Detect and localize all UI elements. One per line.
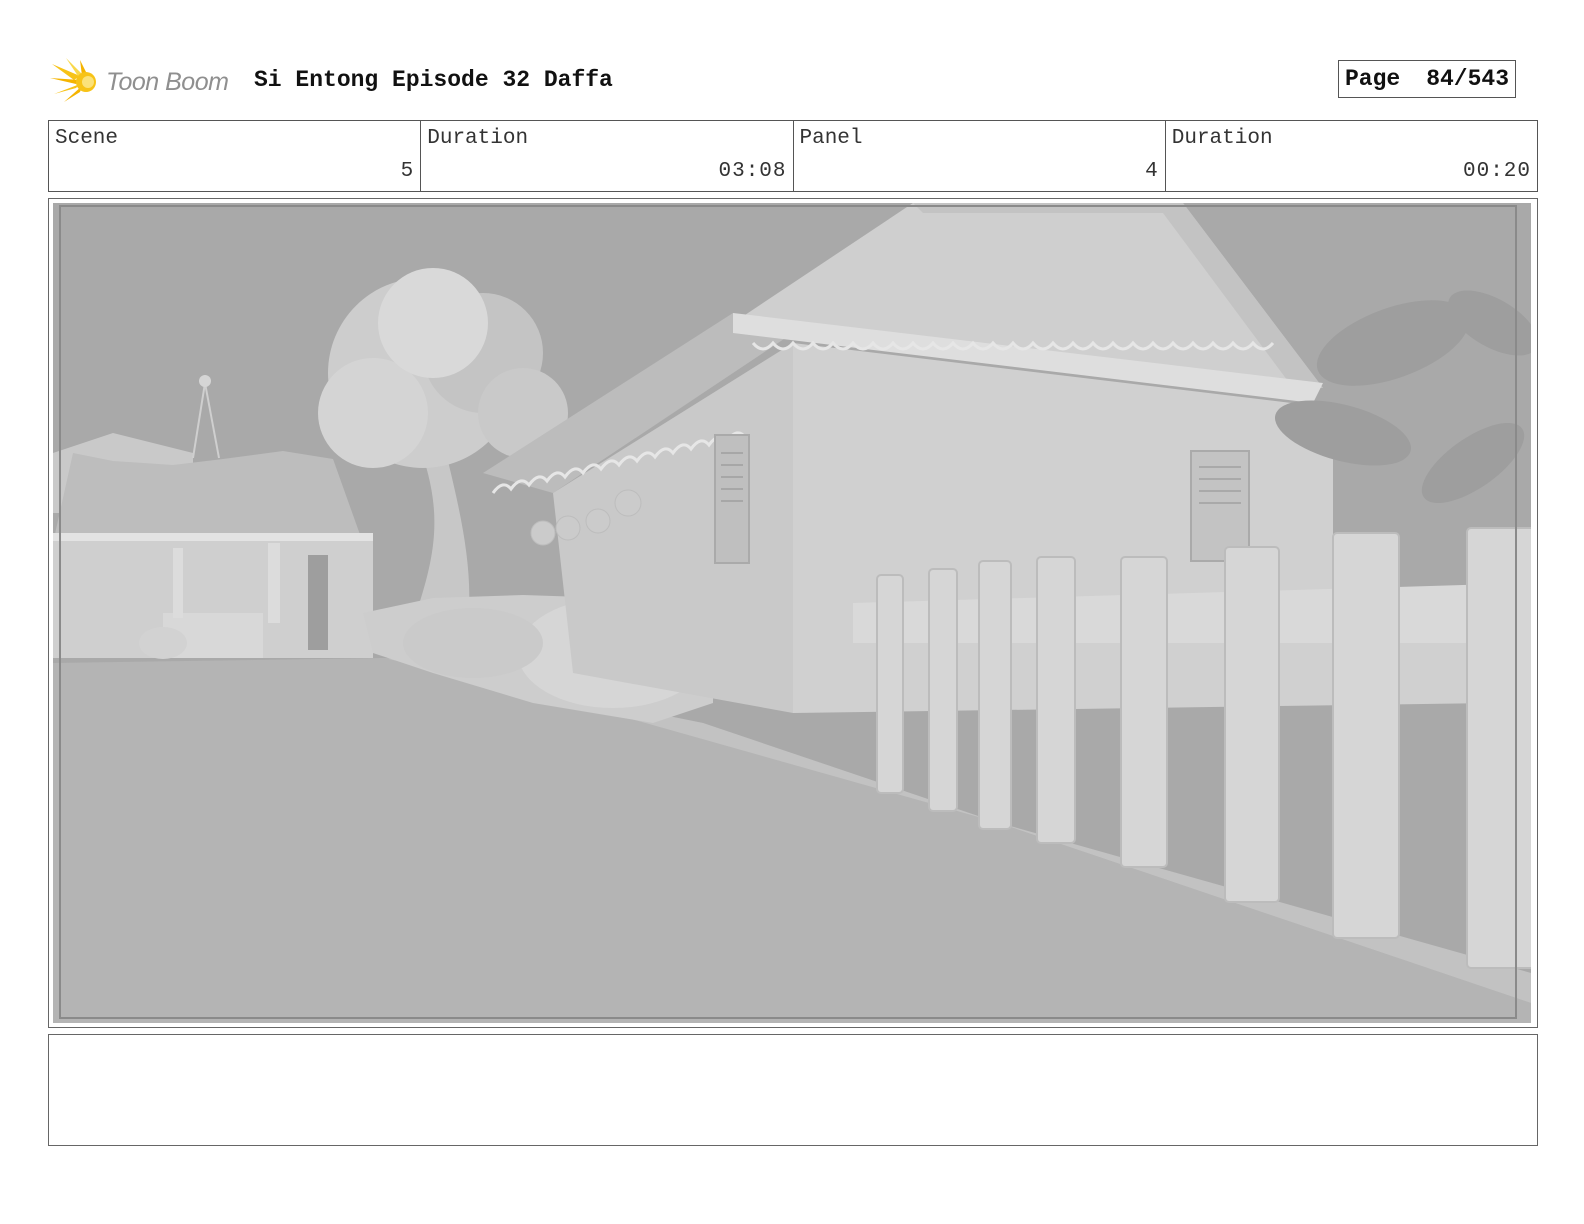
village-scene-render [53,203,1531,1023]
storyboard-header: Toon Boom Si Entong Episode 32 Daffa Pag… [48,52,1538,108]
panel-image [53,203,1531,1023]
scene-cell: Scene 5 [49,121,422,191]
scene-duration-cell: Duration 03:08 [421,121,794,191]
panel-frame [48,198,1538,1028]
sun-burst-icon [50,58,96,102]
panel-duration-label: Duration [1171,127,1273,150]
scene-label: Scene [55,127,119,150]
toon-boom-logo: Toon Boom [50,56,242,106]
panel-notes-box [48,1034,1538,1146]
panel-duration-value: 00:20 [1462,160,1531,183]
scene-duration-label: Duration [427,127,529,150]
logo-text: Toon Boom [106,68,229,96]
panel-duration-cell: Duration 00:20 [1166,121,1537,191]
project-title: Si Entong Episode 32 Daffa [254,67,613,93]
panel-info-row: Scene 5 Duration 03:08 Panel 4 Duration … [48,120,1538,192]
panel-cell: Panel 4 [794,121,1166,191]
page-number: 84/543 [1426,66,1510,92]
scene-duration-value: 03:08 [718,160,787,183]
panel-label: Panel [799,127,863,150]
page-indicator: Page 84/543 [1338,60,1516,98]
panel-value: 4 [1145,160,1159,183]
scene-value: 5 [400,160,415,183]
page-label: Page [1344,66,1401,92]
